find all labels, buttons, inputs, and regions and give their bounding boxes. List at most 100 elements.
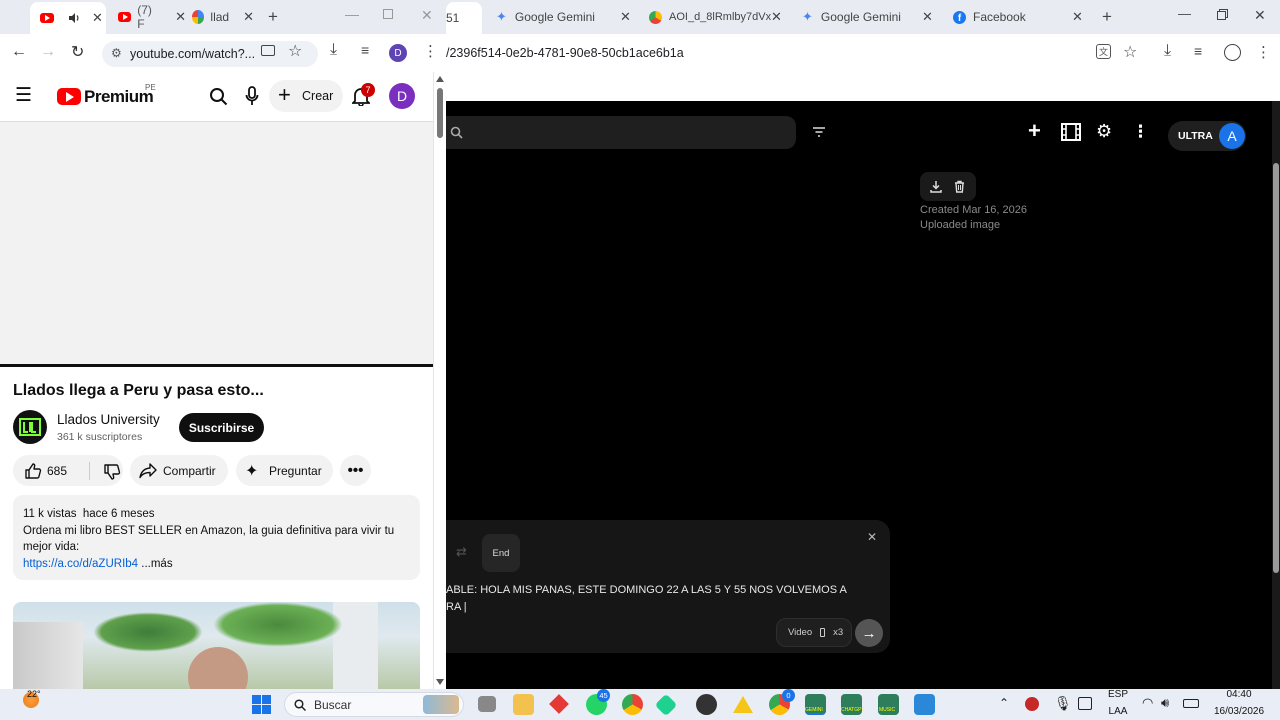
more-actions-button[interactable]: ••• [340,455,371,486]
prompt-textarea[interactable]: ABLE: HOLA MIS PANAS, ESTE DOMINGO 22 A … [446,582,866,615]
profile-icon[interactable] [1224,44,1241,61]
description-box[interactable]: 11 k vistas hace 6 meses Ordena mi libro… [13,495,420,580]
minimize-icon[interactable]: — [1178,6,1191,21]
chatgpt-app-icon[interactable]: CHATGPT [841,694,865,715]
tab-close-icon[interactable]: ✕ [1072,9,1083,25]
right-scroll-thumb[interactable] [1273,163,1279,573]
tab-close-icon[interactable]: ✕ [243,9,254,25]
restore-icon[interactable] [1217,11,1226,20]
new-tab-icon[interactable]: + [1102,7,1112,27]
tray-display-icon[interactable] [1078,697,1092,710]
green-app-icon[interactable] [654,693,678,717]
description-link[interactable]: https://a.co/d/aZURIb4 [23,558,138,570]
channel-avatar[interactable] [13,410,47,444]
gemini-app-icon[interactable]: GEMINI [805,694,826,715]
account-chip[interactable]: ULTRA A [1168,121,1246,151]
youtube-logo-icon[interactable] [57,88,81,105]
tab-close-icon[interactable]: ✕ [92,10,103,26]
close-window-icon[interactable]: ✕ [421,7,433,24]
forward-icon[interactable]: → [40,43,56,61]
account-avatar[interactable]: D [389,83,415,109]
logo-premium-text[interactable]: Premium [84,87,154,107]
create-button[interactable]: + Crear [269,80,343,112]
share-button[interactable]: Compartir [130,455,228,486]
add-icon[interactable]: + [1028,119,1041,143]
output-settings-chip[interactable]: Video x3 [776,618,852,647]
taskbar-search[interactable]: Buscar [284,692,464,717]
reload-icon[interactable]: ↻ [71,42,84,62]
back-icon[interactable]: ← [11,43,27,61]
scroll-thumb[interactable] [437,88,443,138]
translate-icon[interactable]: 文 [1096,44,1111,59]
address-bar[interactable]: ⚙ youtube.com/watch?... [102,41,318,67]
chrome-icon[interactable] [622,694,643,715]
windows-start-icon[interactable] [252,695,271,714]
search-icon[interactable] [209,87,228,106]
language-indicator[interactable]: ESP LAA [1106,689,1130,718]
tab-facebook[interactable]: f Facebook ✕ [953,4,1087,30]
volume-icon[interactable]: 🔊︎ [1161,695,1169,711]
obs-icon[interactable] [696,694,717,715]
hamburger-menu-icon[interactable]: ☰ [15,86,32,105]
tab-youtube-playing[interactable]: ✕ [30,2,106,34]
tab-aoi-file[interactable]: AOI_d_8lRmlby7dVx ✕ [649,4,789,30]
tab-close-icon[interactable]: ✕ [175,9,186,25]
site-info-icon[interactable]: ⚙ [111,46,122,60]
tab-gemini-1[interactable]: ✦ Google Gemini ✕ [496,4,636,30]
tray-overflow-icon[interactable]: ⌃ [999,696,1009,710]
download-icon[interactable] [930,180,942,193]
filter-icon[interactable] [812,126,826,138]
recommended-video-thumbnail[interactable] [13,602,420,689]
warning-app-icon[interactable] [732,694,753,715]
menu-kebab-icon[interactable]: ⋮ [423,42,438,60]
menu-kebab-icon[interactable]: ⋮ [1256,43,1271,61]
install-app-icon[interactable] [261,45,275,56]
maximize-icon[interactable] [383,9,393,19]
tab-close-icon[interactable]: ✕ [922,9,933,25]
bookmark-star-icon[interactable]: ☆ [288,41,302,61]
like-button[interactable]: 685 [13,455,83,486]
subscribe-button[interactable]: Suscribirse [179,413,264,442]
scroll-down-icon[interactable] [436,679,444,685]
file-explorer-icon[interactable] [513,694,534,715]
media-control-icon[interactable]: ≡ [361,42,369,58]
left-scrollbar[interactable] [433,72,446,689]
tray-mic-icon[interactable]: 🎙︎ [1054,695,1072,712]
trash-icon[interactable] [954,180,965,193]
close-composer-icon[interactable]: ✕ [867,530,877,544]
address-text[interactable]: /2396f514-0e2b-4781-90e8-50cb1ace6b1a [446,46,684,60]
ask-button[interactable]: ✦ Preguntar [236,455,333,486]
tab-llados[interactable]: llad ✕ [192,4,254,30]
tab-gemini-2[interactable]: ✦ Google Gemini ✕ [802,4,940,30]
microphone-icon[interactable] [245,86,259,106]
tray-app-icon[interactable] [1025,697,1039,711]
generate-button[interactable]: → [855,619,883,647]
new-tab-icon[interactable]: + [268,7,278,27]
download-icon[interactable]: ⤓ [1164,42,1171,60]
red-app-icon[interactable] [549,694,570,715]
minimize-icon[interactable]: — [345,6,359,22]
wifi-icon[interactable]: ◠ [1142,695,1153,711]
video-player[interactable] [0,121,433,367]
show-more-link[interactable]: ...más [141,558,172,570]
tab-close-icon[interactable]: ✕ [620,9,631,25]
tab-youtube-2[interactable]: (7) F ✕ [114,3,186,31]
tab-active-partial[interactable]: 51 [446,2,482,34]
media-control-icon[interactable]: ≡ [1194,43,1202,59]
settings-gear-icon[interactable]: ⚙ [1096,121,1112,142]
tab-close-icon[interactable]: ✕ [771,9,782,25]
task-view-icon[interactable] [478,696,496,712]
profile-avatar[interactable]: D [389,44,407,62]
film-icon[interactable] [1061,123,1081,141]
swap-icon[interactable]: ⇄ [456,544,467,560]
close-window-icon[interactable]: ✕ [1254,7,1266,24]
end-frame-slot[interactable]: End [482,534,520,572]
channel-name[interactable]: Llados University [57,412,160,427]
download-icon[interactable]: ⤓ [330,41,337,59]
scroll-up-icon[interactable] [436,76,444,82]
search-input[interactable] [446,116,796,149]
clock[interactable]: 04:40 16/03/2026 [1206,689,1272,718]
bookmark-star-icon[interactable]: ☆ [1123,42,1137,62]
battery-icon[interactable] [1183,699,1199,708]
thumbs-down-icon[interactable] [103,463,121,481]
